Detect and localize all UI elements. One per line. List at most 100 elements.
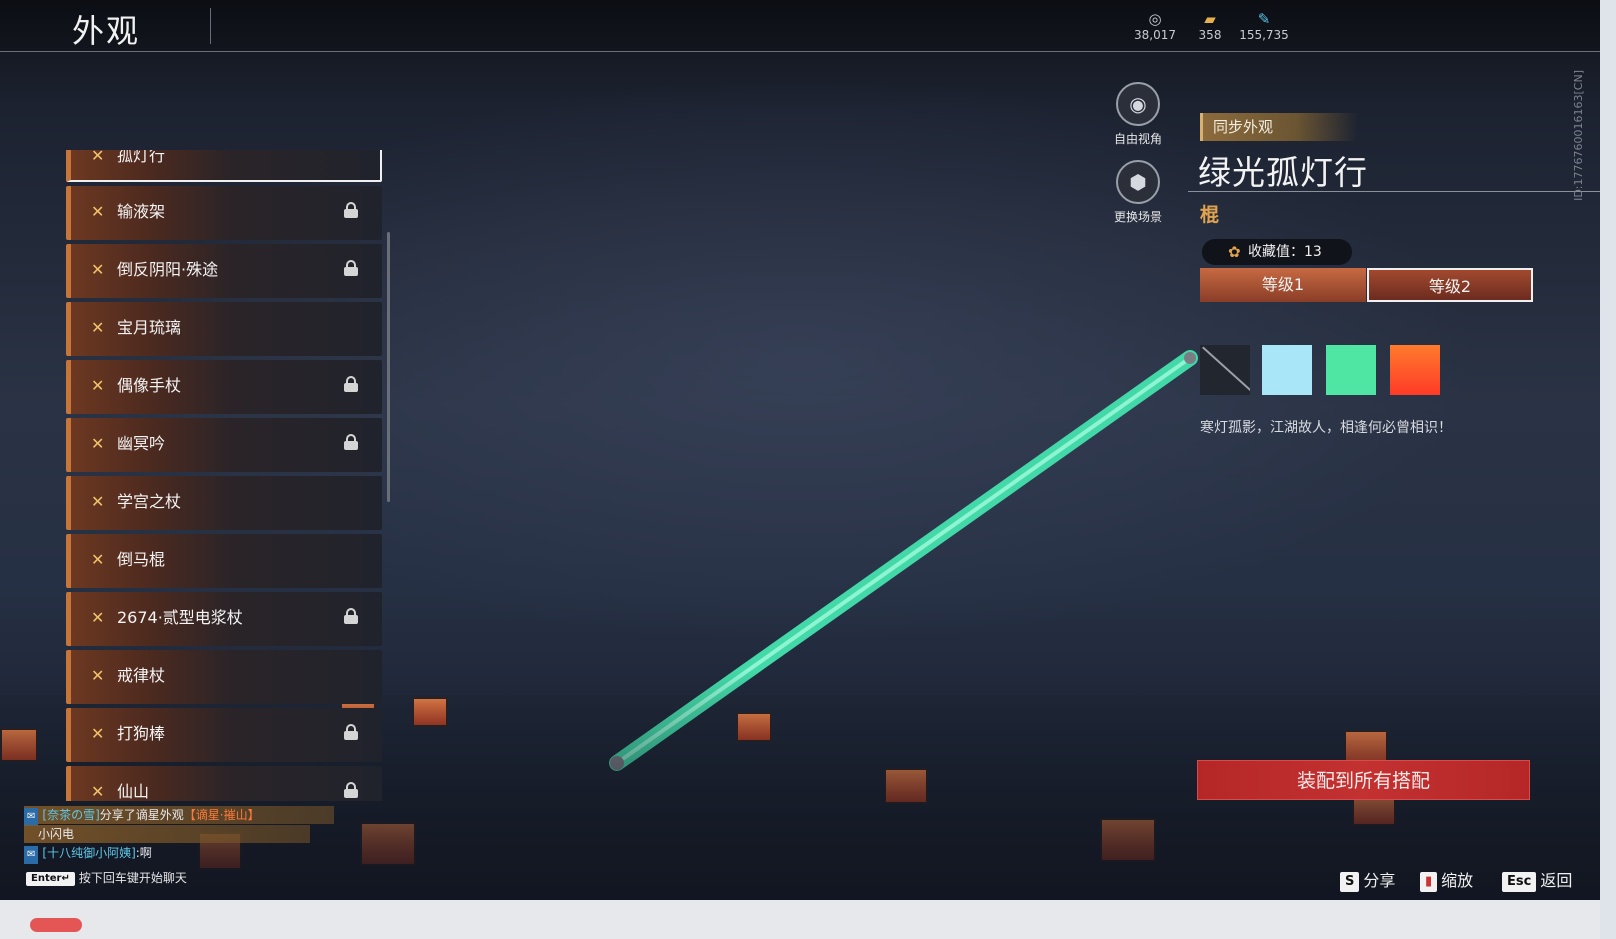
currency-ticket: ▰ 358 bbox=[1180, 10, 1240, 42]
item-star-icon: ✕ bbox=[91, 724, 105, 743]
collection-value: 收藏值：13 bbox=[1248, 244, 1322, 260]
list-item-label: 2674·贰型电浆杖 bbox=[117, 608, 243, 627]
top-bar: 外观 ◎ 38,017 ▰ 358 ✎ 155,735 bbox=[0, 0, 1600, 52]
item-star-icon: ✕ bbox=[91, 782, 105, 801]
color-swatch-green[interactable] bbox=[1326, 345, 1376, 395]
item-star-icon: ✕ bbox=[91, 550, 105, 569]
sync-appearance-tag: 同步外观 bbox=[1200, 113, 1358, 141]
change-scene-label: 更换场景 bbox=[1113, 210, 1162, 224]
chat-channel-icon: ✉ bbox=[24, 846, 39, 864]
list-item-label: 孤灯行 bbox=[117, 150, 166, 165]
chat-box[interactable]: ✉ [奈茶の雪]分享了谪星外观【谪星·摧山】 小闪电 ✉ [十八纯御小阿姨]:啊 bbox=[24, 806, 334, 864]
list-item-label: 学宫之杖 bbox=[117, 492, 182, 511]
lantern-decoration bbox=[360, 822, 416, 866]
collection-value-badge: ✿ 收藏值：13 bbox=[1202, 239, 1352, 265]
item-star-icon: ✕ bbox=[91, 150, 105, 165]
item-star-icon: ✕ bbox=[91, 492, 105, 511]
lantern-decoration bbox=[0, 728, 38, 762]
list-item-label: 幽冥吟 bbox=[117, 434, 166, 453]
list-item[interactable]: ✕ 孤灯行 bbox=[66, 150, 382, 182]
share-hint[interactable]: S 分享 bbox=[1340, 870, 1395, 892]
chat-message: ✉ [奈茶の雪]分享了谪星外观【谪星·摧山】 bbox=[24, 806, 334, 826]
lock-icon bbox=[344, 202, 358, 218]
page-title: 外观 bbox=[72, 12, 141, 50]
chat-text: 分享了谪星外观 bbox=[99, 808, 184, 822]
ticket-icon: ▰ bbox=[1204, 10, 1216, 28]
back-key: Esc bbox=[1502, 871, 1537, 892]
share-key: S bbox=[1340, 871, 1360, 892]
currency-value: 358 bbox=[1198, 28, 1222, 42]
change-scene-button[interactable]: ⬢ 更换场景 bbox=[1098, 160, 1178, 225]
list-item[interactable]: ✕ 2674·贰型电浆杖 bbox=[66, 592, 382, 646]
chat-message: 小闪电 bbox=[24, 825, 310, 843]
list-item[interactable]: ✕ 打狗棒 bbox=[66, 708, 382, 762]
item-star-icon: ✕ bbox=[91, 608, 105, 627]
lantern-decoration bbox=[884, 768, 928, 804]
chat-item-link[interactable]: 【谪星·摧山】 bbox=[184, 808, 260, 822]
list-item[interactable]: ✕ 偶像手杖 bbox=[66, 360, 382, 414]
player-id: ID:1776760016163[CN] bbox=[1572, 70, 1585, 201]
zoom-label: 缩放 bbox=[1441, 871, 1474, 890]
item-name: 绿光孤灯行 bbox=[1198, 153, 1368, 192]
list-item[interactable]: ✕ 倒马棍 bbox=[66, 534, 382, 588]
chat-text: :啊 bbox=[135, 846, 152, 860]
currency-value: 38,017 bbox=[1134, 28, 1176, 42]
list-item[interactable]: ✕ 倒反阴阳·殊途 bbox=[66, 244, 382, 298]
feather-icon: ✎ bbox=[1257, 10, 1271, 28]
window-edge bbox=[1600, 0, 1616, 939]
back-hint[interactable]: Esc 返回 bbox=[1502, 870, 1572, 892]
list-item-label: 戒律杖 bbox=[117, 666, 166, 685]
bottom-badge bbox=[30, 918, 82, 932]
free-view-button[interactable]: ◉ 自由视角 bbox=[1098, 82, 1178, 147]
camera-icon: ◉ bbox=[1116, 82, 1160, 126]
list-item[interactable]: ✕ 输液架 bbox=[66, 186, 382, 240]
equip-all-button[interactable]: 装配到所有搭配 bbox=[1197, 760, 1530, 800]
mouse-icon: ▮ bbox=[1420, 871, 1438, 892]
lantern-decoration bbox=[736, 712, 772, 742]
list-item[interactable]: ✕ 仙山 bbox=[66, 766, 382, 801]
list-item[interactable]: ✕ 学宫之杖 bbox=[66, 476, 382, 530]
list-item[interactable]: ✕ 戒律杖 bbox=[66, 650, 382, 704]
item-star-icon: ✕ bbox=[91, 666, 105, 685]
chat-enter-hint[interactable]: Enter↵ 按下回车键开始聊天 bbox=[26, 869, 187, 886]
color-swatch-none[interactable] bbox=[1200, 345, 1250, 395]
back-label: 返回 bbox=[1540, 871, 1573, 890]
item-star-icon: ✕ bbox=[91, 434, 105, 453]
level-1-tab[interactable]: 等级1 bbox=[1200, 268, 1366, 302]
list-item-label: 偶像手杖 bbox=[117, 376, 182, 395]
chat-sender: [十八纯御小阿姨] bbox=[42, 846, 136, 860]
currency-value: 155,735 bbox=[1239, 28, 1289, 42]
chat-channel-icon: ✉ bbox=[24, 808, 39, 826]
list-item-label: 宝月琉璃 bbox=[117, 318, 182, 337]
color-swatch-red[interactable] bbox=[1390, 345, 1440, 395]
lock-icon bbox=[344, 434, 358, 450]
level-2-tab[interactable]: 等级2 bbox=[1367, 268, 1533, 302]
item-type: 棍 bbox=[1200, 204, 1220, 226]
item-star-icon: ✕ bbox=[91, 318, 105, 337]
name-divider bbox=[1188, 191, 1600, 192]
item-star-icon: ✕ bbox=[91, 202, 105, 221]
lantern-decoration bbox=[1100, 818, 1156, 862]
chat-message: ✉ [十八纯御小阿姨]:啊 bbox=[24, 844, 334, 864]
color-swatch-light-blue[interactable] bbox=[1262, 345, 1312, 395]
list-item[interactable]: ✕ 宝月琉璃 bbox=[66, 302, 382, 356]
lantern-decoration bbox=[412, 697, 448, 727]
appearance-list[interactable]: ✕ 孤灯行 ✕ 输液架 ✕ 倒反阴阳·殊途 ✕ 宝月琉璃 ✕ 偶像手杖 ✕ 幽冥… bbox=[66, 150, 382, 801]
lock-icon bbox=[344, 260, 358, 276]
zoom-hint[interactable]: ▮ 缩放 bbox=[1420, 870, 1473, 892]
share-label: 分享 bbox=[1363, 871, 1396, 890]
list-item[interactable]: ✕ 幽冥吟 bbox=[66, 418, 382, 472]
list-scrollbar[interactable] bbox=[387, 232, 390, 502]
scene-cube-icon: ⬢ bbox=[1116, 160, 1160, 204]
lock-icon bbox=[344, 782, 358, 798]
coin-icon: ◎ bbox=[1148, 10, 1162, 28]
list-item-label: 输液架 bbox=[117, 202, 166, 221]
currency-coin: ◎ 38,017 bbox=[1125, 10, 1185, 42]
taskbar-strip bbox=[0, 900, 1600, 939]
list-item-label: 倒马棍 bbox=[117, 550, 166, 569]
chat-text: 小闪电 bbox=[38, 827, 75, 841]
lock-icon bbox=[344, 376, 358, 392]
list-item-label: 仙山 bbox=[117, 782, 150, 801]
lock-icon bbox=[344, 608, 358, 624]
chat-sender: [奈茶の雪] bbox=[42, 808, 100, 822]
